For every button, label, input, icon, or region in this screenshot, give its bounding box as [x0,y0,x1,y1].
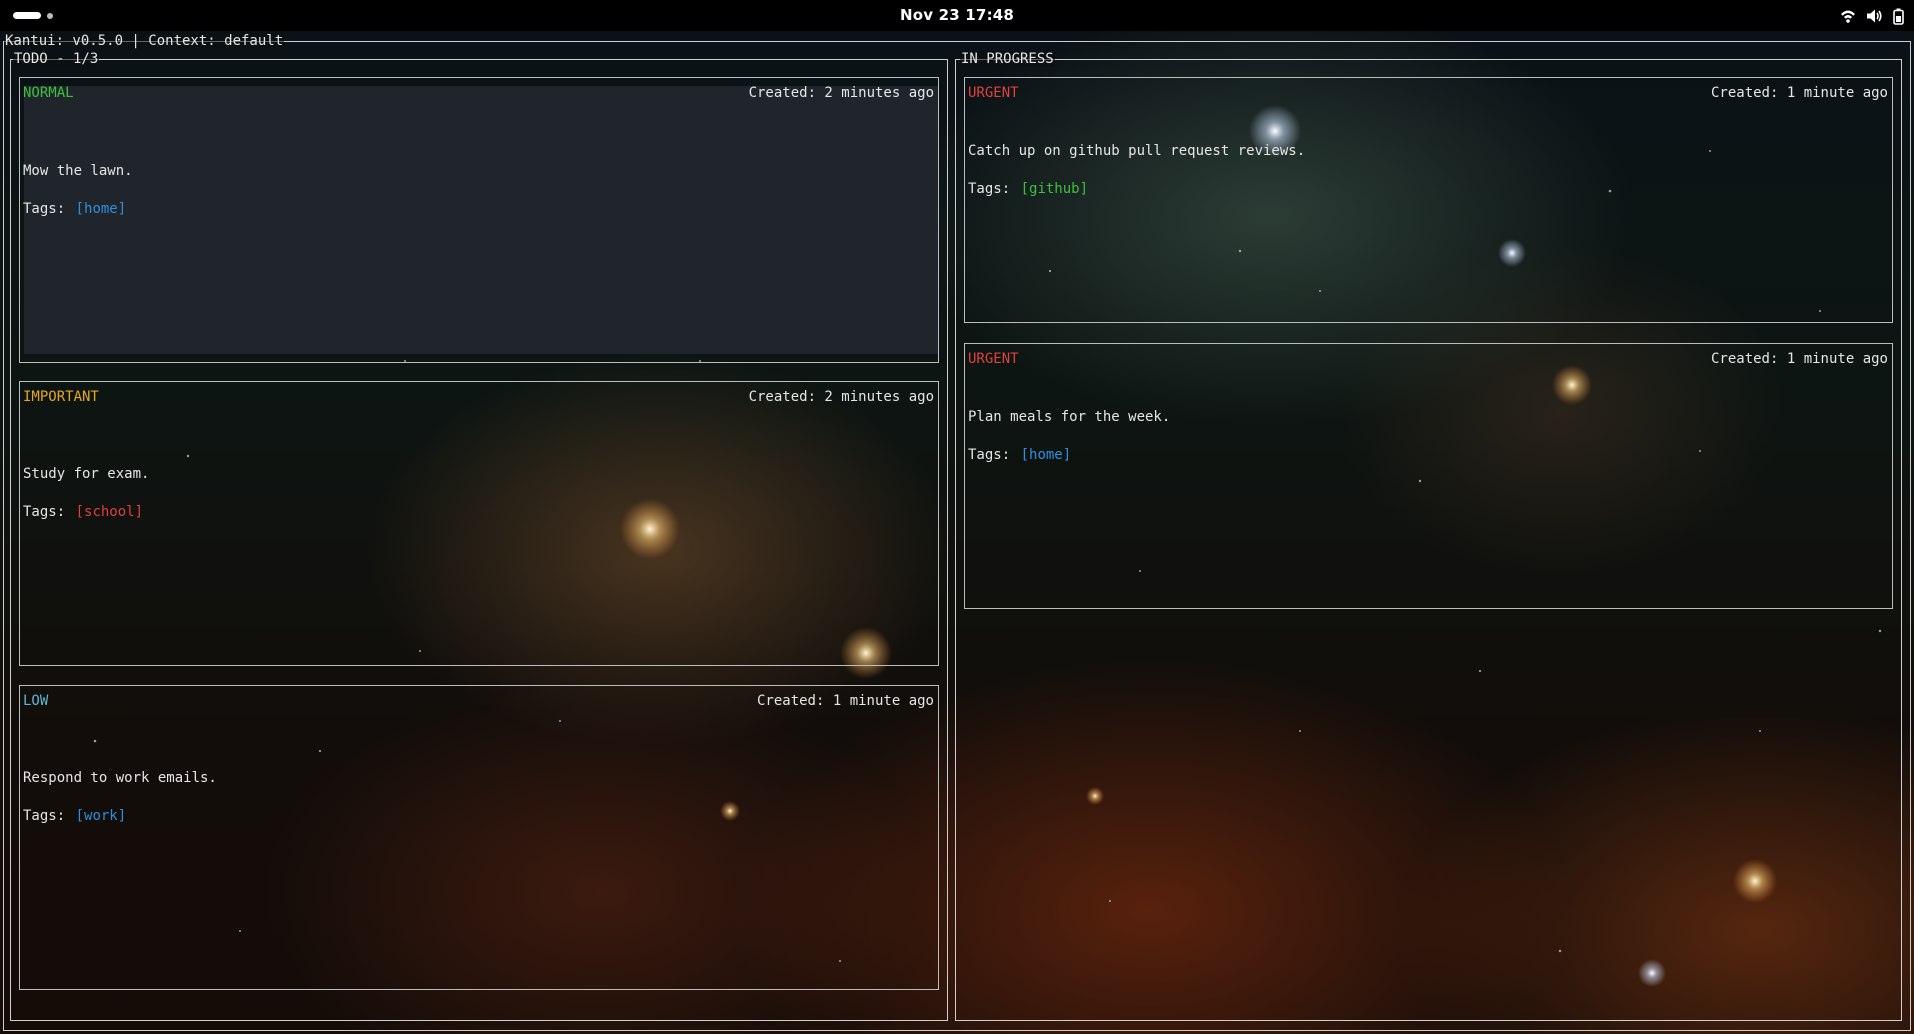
battery-icon[interactable] [1893,8,1904,25]
column-in-progress[interactable]: IN PROGRESS URGENT Created: 1 minute ago… [955,51,1902,1021]
priority-label: NORMAL [23,85,74,101]
task-description: Catch up on github pull request reviews. [968,143,1306,159]
task-card[interactable]: URGENT Created: 1 minute ago Catch up on… [964,77,1893,323]
task-card[interactable]: NORMAL Created: 2 minutes ago Mow the la… [19,77,939,363]
volume-icon[interactable] [1866,8,1883,24]
task-description: Respond to work emails. [23,770,217,786]
task-card[interactable]: IMPORTANT Created: 2 minutes ago Study f… [19,381,939,666]
tag-school[interactable]: [school] [74,504,143,520]
task-tags: Tags: [github] [968,181,1088,197]
column-title-todo: TODO - 1/3 [13,51,100,67]
task-tags: Tags: [home] [23,201,126,217]
created-time: Created: 1 minute ago [756,693,934,709]
task-tags: Tags: [home] [968,447,1071,463]
created-time: Created: 2 minutes ago [748,389,934,405]
tags-label: Tags: [23,808,66,824]
column-todo[interactable]: TODO - 1/3 NORMAL Created: 2 minutes ago… [10,51,948,1021]
selection-highlight [24,86,938,354]
system-tray[interactable] [1840,7,1904,25]
created-time: Created: 2 minutes ago [748,85,934,101]
priority-label: URGENT [968,85,1019,101]
priority-label: URGENT [968,351,1019,367]
task-tags: Tags: [work] [23,808,126,824]
created-time: Created: 1 minute ago [1710,85,1888,101]
tag-home[interactable]: [home] [1019,447,1072,463]
priority-label: LOW [23,693,49,709]
column-title-in-progress: IN PROGRESS [960,51,1055,67]
tags-label: Tags: [968,181,1011,197]
tag-github[interactable]: [github] [1019,181,1088,197]
tags-label: Tags: [968,447,1011,463]
app-title: Kantui: v0.5.0 | Context: default [4,33,285,49]
task-description: Mow the lawn. [23,163,133,179]
system-top-bar: Nov 23 17:48 [0,0,1914,31]
task-card[interactable]: URGENT Created: 1 minute ago Plan meals … [964,343,1893,609]
terminal-window: Kantui: v0.5.0 | Context: default TODO -… [0,31,1914,1034]
priority-label: IMPORTANT [23,389,99,405]
wifi-icon[interactable] [1840,8,1856,24]
clock[interactable]: Nov 23 17:48 [0,0,1914,31]
task-description: Study for exam. [23,466,150,482]
task-card[interactable]: LOW Created: 1 minute ago Respond to wor… [19,685,939,990]
tag-work[interactable]: [work] [74,808,127,824]
created-time: Created: 1 minute ago [1710,351,1888,367]
task-tags: Tags: [school] [23,504,143,520]
tags-label: Tags: [23,201,66,217]
tag-home[interactable]: [home] [74,201,127,217]
tags-label: Tags: [23,504,66,520]
task-description: Plan meals for the week. [968,409,1171,425]
